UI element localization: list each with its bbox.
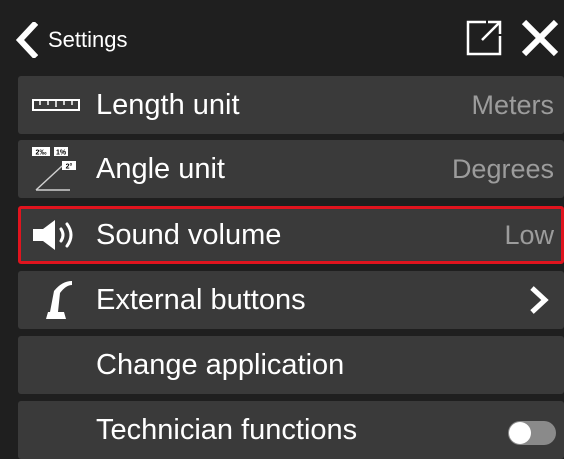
- angle-icon: 2‰ 1% 2°: [26, 147, 86, 191]
- close-icon: [518, 19, 562, 64]
- setting-row-external-buttons[interactable]: External buttons: [18, 271, 564, 329]
- popout-button[interactable]: [462, 16, 506, 60]
- setting-row-length-unit[interactable]: Length unit Meters: [18, 76, 564, 134]
- angle-icon-percent: 1%: [56, 150, 67, 157]
- back-button[interactable]: Settings: [14, 20, 154, 60]
- chevron-left-icon: [14, 22, 38, 58]
- close-button[interactable]: [518, 16, 562, 60]
- angle-icon-permille: 2‰: [36, 150, 47, 157]
- external-window-icon: [462, 20, 506, 64]
- setting-label: Length unit: [96, 89, 240, 121]
- setting-value: Meters: [471, 90, 554, 120]
- setting-row-angle-unit[interactable]: 2‰ 1% 2° Angle unit Degrees: [18, 140, 564, 198]
- setting-row-change-application[interactable]: Change application: [18, 336, 564, 394]
- setting-label: Technician functions: [96, 414, 358, 446]
- setting-value: Low: [504, 220, 554, 250]
- toggle-knob: [509, 422, 531, 444]
- setting-label: Angle unit: [96, 153, 225, 185]
- setting-label: External buttons: [96, 284, 306, 316]
- angle-icon-degree: 2°: [66, 163, 73, 171]
- chevron-right-icon: [528, 285, 550, 315]
- title-bar: Settings: [0, 0, 564, 70]
- setting-label: Change application: [96, 349, 345, 381]
- setting-row-technician-functions[interactable]: Technician functions: [18, 401, 564, 459]
- speaker-icon: [26, 214, 86, 256]
- setting-row-sound-volume[interactable]: Sound volume Low: [18, 206, 564, 264]
- page-title: Settings: [48, 27, 128, 52]
- ruler-icon: [26, 84, 86, 126]
- setting-label: Sound volume: [96, 219, 282, 251]
- joystick-icon: [26, 279, 86, 321]
- technician-toggle[interactable]: [508, 421, 556, 445]
- setting-value: Degrees: [451, 154, 554, 184]
